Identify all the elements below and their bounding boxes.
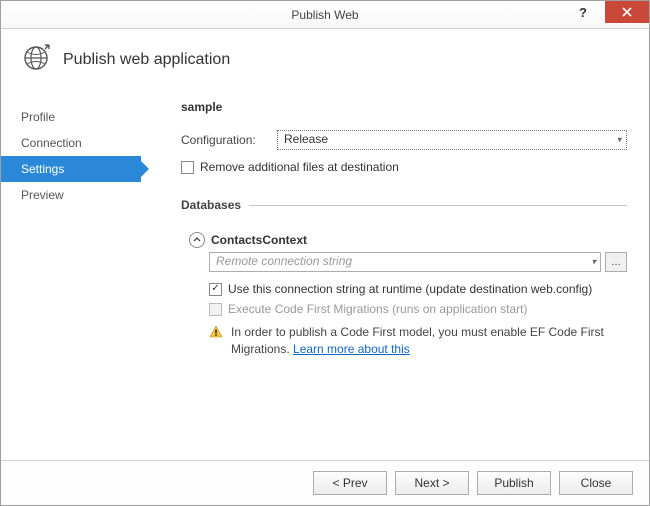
divider: [249, 205, 627, 206]
connection-string-row: Remote connection string ▾ …: [209, 252, 627, 272]
profile-name: sample: [181, 100, 627, 114]
exec-migrations-checkbox: [209, 303, 222, 316]
sidebar: Profile Connection Settings Preview: [1, 86, 141, 460]
sidebar-item-settings[interactable]: Settings: [1, 156, 141, 182]
configuration-row: Configuration: Release ▾: [181, 130, 627, 150]
help-button[interactable]: ?: [561, 1, 605, 23]
warning-message: In order to publish a Code First model, …: [209, 324, 627, 358]
database-header: ContactsContext: [189, 232, 627, 248]
publish-button[interactable]: Publish: [477, 471, 551, 495]
databases-section-header: Databases: [181, 198, 627, 212]
chevron-down-icon: ▾: [617, 135, 622, 146]
publish-web-window: Publish Web ? Publish web application Pr…: [0, 0, 650, 506]
configuration-value: Release: [284, 132, 328, 146]
use-conn-checkbox[interactable]: ✓: [209, 283, 222, 296]
browse-connection-button[interactable]: …: [605, 252, 627, 272]
globe-icon: [21, 43, 51, 76]
collapse-button[interactable]: [189, 232, 205, 248]
page-title: Publish web application: [63, 51, 230, 69]
exec-migrations-row: Execute Code First Migrations (runs on a…: [209, 302, 627, 316]
titlebar: Publish Web ?: [1, 1, 649, 29]
sidebar-item-label: Settings: [21, 162, 64, 176]
connection-string-placeholder: Remote connection string: [216, 254, 352, 268]
warning-icon: [209, 325, 223, 358]
remove-additional-label: Remove additional files at destination: [200, 160, 399, 174]
window-controls: ?: [561, 1, 649, 28]
warning-text: In order to publish a Code First model, …: [231, 325, 604, 356]
remove-additional-row: Remove additional files at destination: [181, 160, 627, 174]
main-panel: sample Configuration: Release ▾ Remove a…: [141, 86, 649, 460]
use-conn-label: Use this connection string at runtime (u…: [228, 282, 592, 296]
exec-migrations-label: Execute Code First Migrations (runs on a…: [228, 302, 527, 316]
header: Publish web application: [1, 29, 649, 86]
configuration-select[interactable]: Release ▾: [277, 130, 627, 150]
sidebar-item-preview[interactable]: Preview: [1, 182, 141, 208]
use-conn-row: ✓ Use this connection string at runtime …: [209, 282, 627, 296]
sidebar-item-label: Profile: [21, 110, 55, 124]
ellipsis-icon: …: [611, 257, 621, 268]
database-name: ContactsContext: [211, 233, 307, 247]
learn-more-link[interactable]: Learn more about this: [293, 342, 410, 356]
sidebar-item-connection[interactable]: Connection: [1, 130, 141, 156]
remove-additional-checkbox[interactable]: [181, 161, 194, 174]
databases-title: Databases: [181, 198, 249, 212]
window-title: Publish Web: [1, 8, 649, 22]
next-button[interactable]: Next >: [395, 471, 469, 495]
database-block: ContactsContext Remote connection string…: [181, 232, 627, 358]
close-button[interactable]: Close: [559, 471, 633, 495]
warning-text-block: In order to publish a Code First model, …: [231, 324, 627, 358]
close-window-button[interactable]: [605, 1, 649, 23]
connection-string-input[interactable]: Remote connection string ▾: [209, 252, 601, 272]
configuration-label: Configuration:: [181, 133, 269, 147]
close-icon: [622, 7, 632, 17]
sidebar-item-label: Connection: [21, 136, 82, 150]
footer: < Prev Next > Publish Close: [1, 460, 649, 505]
chevron-up-icon: [193, 236, 201, 244]
chevron-down-icon: ▾: [591, 257, 596, 268]
content-area: Profile Connection Settings Preview samp…: [1, 86, 649, 460]
sidebar-item-label: Preview: [21, 188, 64, 202]
sidebar-item-profile[interactable]: Profile: [1, 104, 141, 130]
prev-button[interactable]: < Prev: [313, 471, 387, 495]
